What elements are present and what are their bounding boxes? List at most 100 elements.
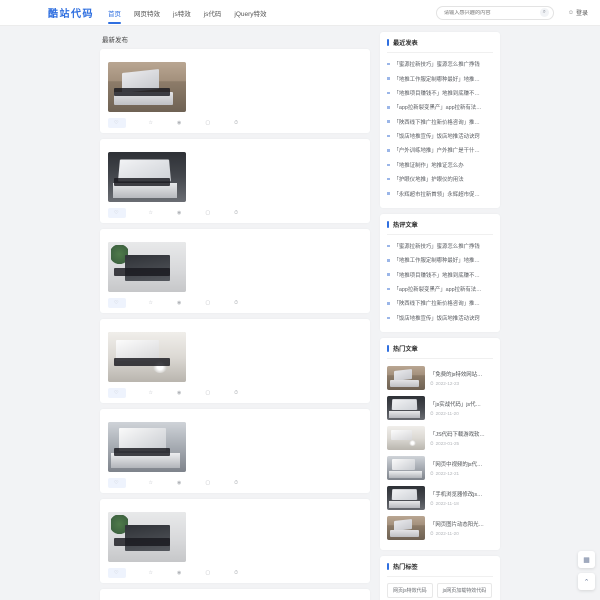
user-icon: ☺ <box>568 10 574 16</box>
nav-item-1[interactable]: 网页特效 <box>134 0 160 26</box>
list-item[interactable]: 「手机浏览器修改js…⏱2022-11-18 <box>387 483 493 513</box>
list-item[interactable]: 「饭店地推宣传」饭店地推活动诀窍 <box>387 311 493 325</box>
publish-time: ⏱ <box>234 390 240 396</box>
list-item[interactable]: 「地推工作服定制哪种最好」地推… <box>387 253 493 267</box>
article-thumbnail[interactable] <box>108 332 186 382</box>
popular-title[interactable]: 「网页中视频的js代… <box>430 460 493 468</box>
popular-thumbnail[interactable] <box>387 516 425 540</box>
like-button[interactable]: ♡ <box>108 388 126 398</box>
list-item[interactable]: 「免费的js特效网站… ⏱2022-12-23 <box>387 363 493 393</box>
list-item[interactable]: 「永辉超市拉新首领」永辉超市促… <box>387 186 493 200</box>
eye-icon: ◉ <box>177 120 181 126</box>
publish-time: ⏱ <box>234 120 240 126</box>
favorite-button[interactable]: ☆ <box>148 570 154 576</box>
like-button[interactable]: ♡ <box>108 208 126 218</box>
view-count: ◉ <box>177 390 183 396</box>
article-card[interactable]: ♡☆◉▢⏱ <box>100 49 370 133</box>
list-item[interactable]: 「饭店地推宣传」饭店地推活动诀窍 <box>387 129 493 143</box>
publish-time: ⏱ <box>234 480 240 486</box>
back-to-top-icon[interactable]: ⌃ <box>578 573 595 590</box>
article-thumbnail[interactable] <box>108 422 186 472</box>
favorite-button[interactable]: ☆ <box>148 480 154 486</box>
article-thumbnail[interactable] <box>108 62 186 112</box>
popular-title[interactable]: 「js实战代码」js代… <box>430 400 493 408</box>
eye-icon: ◉ <box>177 210 181 216</box>
list-item[interactable]: 「JS代码下载游戏软…⏱2023-01-25 <box>387 423 493 453</box>
bullet-icon <box>387 178 390 181</box>
main-nav: 首页网页特效 js特效 js代码 jQuery特效 <box>108 0 267 26</box>
list-item[interactable]: 「户外训练地推」户外推广是干什… <box>387 143 493 157</box>
heart-icon: ♡ <box>114 570 118 576</box>
tag-item[interactable]: js网页加载特效代码 <box>437 583 493 598</box>
like-button[interactable]: ♡ <box>108 478 126 488</box>
qrcode-icon[interactable]: ▦ <box>578 551 595 568</box>
clock-icon: ⏱ <box>234 120 238 126</box>
recent-posts-list: 「蜜源拉新技巧」蜜源怎么推广挣钱「地推工作服定制哪种最好」地推… 「地推项目赚钱不… <box>387 57 493 201</box>
list-item[interactable]: 「app拉新裂变黑产」app拉新有法… <box>387 282 493 296</box>
list-item[interactable]: 「护眼仪地推」护眼仪的用法 <box>387 172 493 186</box>
list-item[interactable]: 「网页中视频的js代…⏱2022-12-21 <box>387 453 493 483</box>
list-item[interactable]: 「陕西线下推广拉新价格咨询」推… <box>387 115 493 129</box>
list-item[interactable]: 「地推证制作」地推证怎么办 <box>387 158 493 172</box>
popular-thumbnail[interactable] <box>387 366 425 390</box>
login-button[interactable]: ☺ 登录 <box>568 8 588 17</box>
list-item[interactable]: 「地推项目赚钱不」地推到底赚不… <box>387 268 493 282</box>
popular-title[interactable]: 「手机浏览器修改js… <box>430 490 493 498</box>
bullet-icon <box>387 92 390 95</box>
article-card[interactable]: ♡☆◉▢⏱ <box>100 319 370 403</box>
article-card[interactable]: ♡☆◉▢⏱ <box>100 229 370 313</box>
clock-icon: ⏱ <box>430 501 434 506</box>
article-card[interactable]: ♡☆◉▢⏱ <box>100 139 370 223</box>
list-item[interactable]: 「蜜源拉新技巧」蜜源怎么推广挣钱 <box>387 57 493 71</box>
list-item[interactable]: 「地推项目赚钱不」地推到底赚不… <box>387 86 493 100</box>
article-card[interactable]: ♡☆◉▢⏱ <box>100 499 370 583</box>
article-thumbnail[interactable] <box>108 152 186 202</box>
nav-item-3[interactable]: js代码 <box>204 0 222 26</box>
eye-icon: ◉ <box>177 570 181 576</box>
article-thumbnail[interactable] <box>108 242 186 292</box>
list-item[interactable]: 「蜜源拉新技巧」蜜源怎么推广挣钱 <box>387 239 493 253</box>
bullet-icon <box>387 120 390 123</box>
search-box[interactable]: ⌕ <box>436 6 554 20</box>
article-meta: ♡☆◉▢⏱ <box>108 478 362 488</box>
heart-icon: ♡ <box>114 210 118 216</box>
favorite-button[interactable]: ☆ <box>148 300 154 306</box>
list-item-label: 「蜜源拉新技巧」蜜源怎么推广挣钱 <box>394 60 480 68</box>
favorite-button[interactable]: ☆ <box>148 390 154 396</box>
list-item[interactable]: 「js实战代码」js代…⏱2022-11-20 <box>387 393 493 423</box>
article-card[interactable]: ♡☆◉▢⏱ <box>100 409 370 493</box>
nav-item-2[interactable]: js特效 <box>173 0 191 26</box>
article-meta: ♡☆◉▢⏱ <box>108 118 362 128</box>
list-item-label: 「地推工作服定制哪种最好」地推… <box>394 75 480 83</box>
clock-icon: ⏱ <box>234 570 238 576</box>
clock-icon: ⏱ <box>234 210 238 216</box>
list-item[interactable]: 「app拉新裂变黑产」app拉新有法… <box>387 100 493 114</box>
popular-thumbnail[interactable] <box>387 396 425 420</box>
list-item[interactable]: 「地推工作服定制哪种最好」地推… <box>387 71 493 85</box>
popular-thumbnail[interactable] <box>387 426 425 450</box>
popular-title[interactable]: 「免费的js特效网站… <box>430 370 493 378</box>
popular-title[interactable]: 「JS代码下载游戏软… <box>430 430 493 438</box>
favorite-button[interactable]: ☆ <box>148 120 154 126</box>
popular-thumbnail[interactable] <box>387 456 425 480</box>
list-item[interactable]: 「网页图片动态阳光…⏱2022-11-20 <box>387 513 493 543</box>
like-button[interactable]: ♡ <box>108 118 126 128</box>
view-count: ◉ <box>177 210 183 216</box>
like-button[interactable]: ♡ <box>108 568 126 578</box>
popular-date: ⏱2022-12-23 <box>430 381 493 386</box>
article-card[interactable]: ♡☆◉▢⏱ <box>100 589 370 600</box>
article-thumbnail[interactable] <box>108 512 186 562</box>
nav-item-4[interactable]: jQuery特效 <box>234 0 266 26</box>
popular-title[interactable]: 「网页图片动态阳光… <box>430 520 493 528</box>
widget-title-popular: 热门文章 <box>387 344 493 359</box>
list-item-label: 「陕西线下推广拉新价格咨询」推… <box>394 299 480 307</box>
search-icon[interactable]: ⌕ <box>540 8 549 17</box>
tag-item[interactable]: 网页js特效代码 <box>387 583 433 598</box>
popular-thumbnail[interactable] <box>387 486 425 510</box>
list-item[interactable]: 「陕西线下推广拉新价格咨询」推… <box>387 296 493 310</box>
site-logo[interactable]: 酷站代码 <box>48 5 94 20</box>
like-button[interactable]: ♡ <box>108 298 126 308</box>
nav-item-0[interactable]: 首页 <box>108 0 121 26</box>
favorite-button[interactable]: ☆ <box>148 210 154 216</box>
search-input[interactable] <box>444 10 540 16</box>
